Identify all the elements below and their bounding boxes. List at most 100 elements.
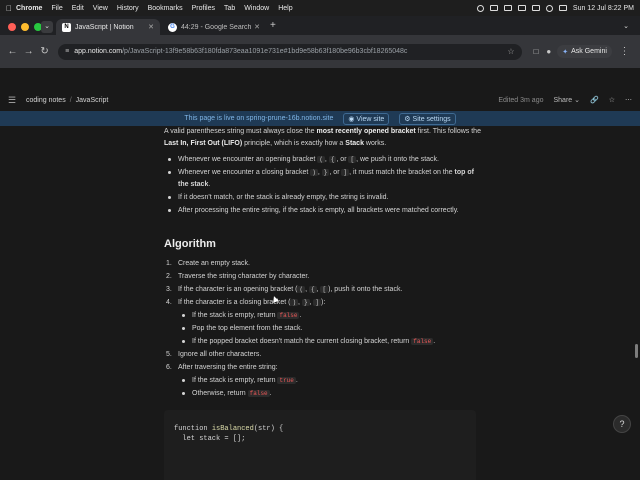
page-content: A valid parentheses string must always c… (0, 126, 640, 480)
share-button[interactable]: Share ⌄ (554, 96, 581, 104)
list-item[interactable]: Otherwise, return false. (164, 388, 484, 400)
text: , it must match the bracket on the (349, 169, 455, 176)
more-menu-icon[interactable]: ⋮ (618, 45, 631, 59)
list-item[interactable]: If the popped bracket doesn't match the … (164, 336, 484, 348)
inline-code: { (308, 286, 317, 293)
banner-text: This page is live on spring-prune-16b.no… (184, 115, 334, 122)
list-item[interactable]: Whenever we encounter an opening bracket… (164, 154, 484, 166)
toolbar-icons: □ ● (534, 47, 552, 56)
chrome-toolbar: ← → ↻ ≡ app.notion.com /p/JavaScript-13f… (0, 35, 640, 68)
tab-close-icon[interactable]: ✕ (254, 23, 260, 31)
inline-code: false (411, 338, 434, 345)
bluetooth-icon[interactable] (503, 5, 512, 11)
text: works. (363, 140, 387, 147)
extensions-icon[interactable]: □ (534, 47, 539, 56)
address-bar[interactable]: ≡ app.notion.com /p/JavaScript-13f9e58b6… (58, 43, 522, 60)
battery-icon[interactable] (517, 5, 526, 11)
list-item[interactable]: 2. Traverse the string character by chara… (164, 271, 484, 283)
google-icon: G (168, 22, 177, 32)
inline-code: false (247, 390, 270, 397)
intro-paragraph: A valid parentheses string must always c… (164, 126, 484, 150)
code-block[interactable]: function isBalanced(str) { let stack = [… (164, 410, 476, 480)
menu-edit[interactable]: Edit (72, 5, 84, 12)
macos-menubar:  Chrome File Edit View History Bookmark… (0, 0, 640, 16)
menu-help[interactable]: Help (278, 5, 292, 12)
numbered-list: 1. Create an empty stack. 2. Traverse the … (164, 258, 484, 400)
back-icon[interactable]: ← (6, 45, 19, 59)
algorithm-heading-block: Algorithm (164, 238, 484, 250)
control-center-icon[interactable] (558, 5, 567, 11)
forward-icon[interactable]: → (22, 45, 35, 59)
list-number: 2. (166, 273, 172, 280)
help-button[interactable]: ? (613, 415, 631, 433)
menu-view[interactable]: View (93, 5, 108, 12)
share-label: Share (553, 97, 573, 104)
list-item[interactable]: After processing the entire string, if t… (164, 205, 484, 217)
inline-code: true (277, 377, 296, 384)
list-number: 3. (166, 286, 172, 293)
list-item[interactable]: 1. Create an empty stack. (164, 258, 484, 270)
breadcrumb-javascript[interactable]: JavaScript (76, 97, 109, 104)
menu-file[interactable]: File (51, 5, 62, 12)
section-heading[interactable]: Algorithm (164, 238, 484, 250)
breadcrumb-separator: / (69, 96, 72, 104)
profile-icon[interactable]: ● (546, 47, 551, 56)
list-number: 5. (166, 351, 172, 358)
tab-close-icon[interactable]: ✕ (148, 23, 154, 31)
view-site-label: View site (356, 115, 385, 123)
edited-status: Edited 3m ago (498, 96, 544, 104)
list-item[interactable]: If the stack is empty, return false. (164, 310, 484, 322)
scrollbar-thumb[interactable] (635, 344, 638, 358)
topbar-actions: Edited 3m ago Share ⌄ 🔗 ☆ ⋯ (498, 96, 632, 105)
tab-google-search[interactable]: G 44:29 - Google Search ✕ (162, 19, 266, 35)
menu-window[interactable]: Window (244, 5, 269, 12)
list-number: 4. (166, 299, 172, 306)
menubar-datetime[interactable]: Sun 12 Jul 8:22 PM (573, 5, 634, 12)
reload-icon[interactable]: ↻ (38, 45, 51, 59)
close-window-icon[interactable] (8, 23, 16, 31)
site-info-icon[interactable]: ≡ (65, 48, 69, 55)
list-item[interactable]: 4. If the character is a closing bracket … (164, 297, 484, 309)
screen-icon[interactable] (489, 5, 498, 11)
notion-icon: N (62, 22, 71, 32)
ask-gemini-label: Ask Gemini (571, 48, 607, 55)
tab-search-icon[interactable]: ⌄ (41, 21, 53, 33)
list-item[interactable]: Pop the top element from the stack. (164, 323, 484, 335)
more-options-icon[interactable]: ⋯ (625, 96, 632, 104)
menu-profiles[interactable]: Profiles (192, 5, 215, 12)
list-item[interactable]: 6. After traversing the entire string: (164, 362, 484, 374)
menu-tab[interactable]: Tab (224, 5, 235, 12)
text: , we push it onto the stack. (356, 156, 439, 163)
star-icon[interactable]: ☆ (609, 96, 615, 104)
tab-label: 44:29 - Google Search (181, 23, 252, 31)
sidebar-menu-icon[interactable]: ☰ (8, 95, 18, 106)
list-item[interactable]: If the stack is empty, return true. (164, 375, 484, 387)
apple-icon[interactable]:  (6, 4, 16, 13)
link-icon[interactable]: 🔗 (590, 96, 599, 104)
text: If the popped bracket doesn't match the … (192, 338, 412, 345)
address-path: /p/JavaScript-13f9e58b63f180fda873eaa109… (122, 48, 408, 55)
chevron-down-icon[interactable]: ⌄ (620, 21, 632, 33)
record-icon[interactable] (476, 4, 484, 12)
wifi-icon[interactable] (531, 5, 540, 11)
menu-bookmarks[interactable]: Bookmarks (148, 5, 183, 12)
list-item[interactable]: 5. Ignore all other characters. (164, 349, 484, 361)
bookmark-star-icon[interactable]: ☆ (507, 47, 514, 56)
menu-app-name[interactable]: Chrome (16, 5, 42, 12)
list-item[interactable]: If it doesn't match, or the stack is alr… (164, 192, 484, 204)
view-site-button[interactable]: ◉ View site (343, 112, 390, 125)
new-tab-icon[interactable]: + (270, 20, 276, 31)
menu-history[interactable]: History (117, 5, 139, 12)
breadcrumb-coding-notes[interactable]: coding notes (26, 97, 66, 104)
site-settings-button[interactable]: ⚙ Site settings (399, 112, 456, 125)
text: Ignore all other characters. (178, 351, 262, 358)
notion-topbar: ☰ coding notes / JavaScript Edited 3m ag… (0, 89, 640, 111)
tab-label: JavaScript | Notion (75, 23, 134, 31)
ask-gemini-button[interactable]: ✦ Ask Gemini (557, 45, 612, 58)
tab-notion[interactable]: N JavaScript | Notion ✕ (56, 19, 160, 35)
minimize-window-icon[interactable] (21, 23, 29, 31)
intro-text[interactable]: A valid parentheses string must always c… (164, 126, 484, 150)
list-item[interactable]: Whenever we encounter a closing bracket … (164, 167, 484, 191)
list-item[interactable]: 3. If the character is an opening bracket… (164, 284, 484, 296)
search-icon[interactable] (545, 4, 553, 12)
